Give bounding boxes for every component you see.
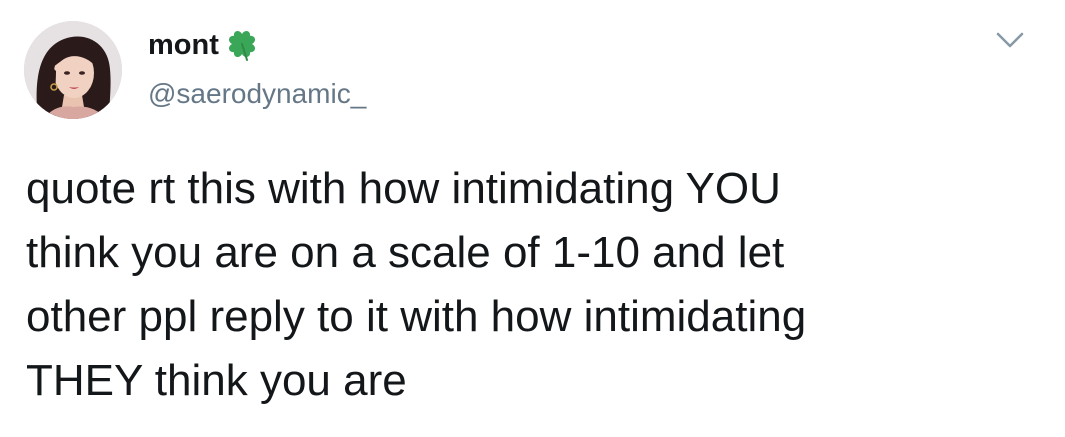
display-name[interactable]: mont: [148, 29, 219, 62]
tweet-text-line: THEY think you are: [26, 356, 407, 405]
tweet-text: quote rt this with how intimidating YOU …: [26, 157, 1046, 413]
author-handle[interactable]: @saerodynamic_: [148, 78, 366, 110]
chevron-down-icon[interactable]: [992, 28, 1028, 52]
four-leaf-clover-icon: [225, 28, 259, 62]
tweet-card: mont @saerodynamic_ quote rt this with h…: [0, 0, 1065, 437]
tweet-text-line: think you are on a scale of 1-10 and let: [26, 228, 785, 277]
avatar[interactable]: [24, 21, 122, 119]
tweet-text-line: quote rt this with how intimidating YOU: [26, 164, 781, 213]
avatar-image: [24, 21, 122, 119]
tweet-text-line: other ppl reply to it with how intimidat…: [26, 292, 807, 341]
author-name-row[interactable]: mont: [148, 27, 259, 63]
